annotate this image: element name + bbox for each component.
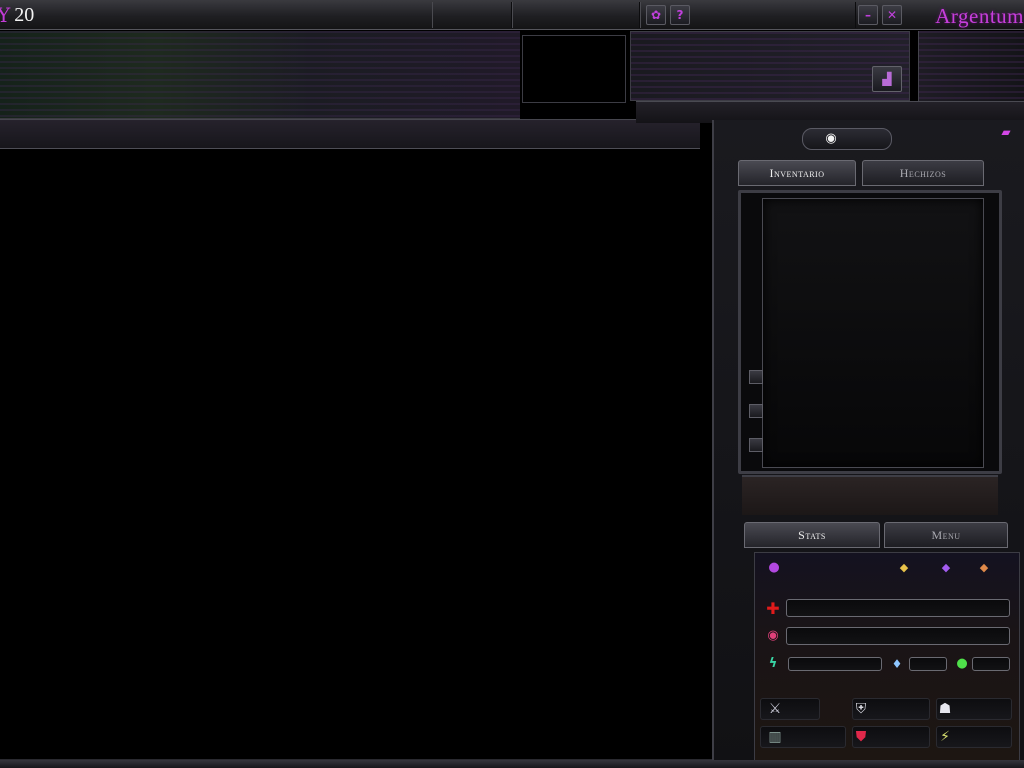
- header-panel-right: [918, 31, 1024, 101]
- help-button[interactable]: ?: [670, 5, 690, 25]
- console-band: [0, 31, 520, 119]
- inventory-scroll-down[interactable]: [749, 438, 763, 452]
- inventory-scroll-up[interactable]: [749, 370, 763, 384]
- inventory-footer: [742, 475, 998, 515]
- orange-gem-icon: ◆: [979, 561, 989, 574]
- purple-orb-icon: ●: [768, 560, 780, 575]
- close-icon: ✕: [886, 8, 898, 22]
- tab-menu[interactable]: Menu: [884, 522, 1008, 548]
- water-bottle-icon: ♦: [891, 657, 903, 671]
- helmet-icon: ☗: [938, 701, 952, 717]
- stamina-bar: [788, 657, 882, 671]
- tab-stats[interactable]: Stats: [744, 522, 880, 548]
- water-bar: [909, 657, 947, 671]
- gear-icon: ✿: [650, 8, 662, 22]
- player-level: Y 20: [0, 2, 34, 28]
- bar-chart-icon: ▟: [882, 72, 892, 86]
- health-cross-icon: ✚: [766, 599, 780, 618]
- header-panel: [630, 31, 910, 101]
- food-bar: [972, 657, 1010, 671]
- chat-bubble-icon[interactable]: ▰: [996, 124, 1016, 140]
- help-icon: ?: [676, 8, 684, 22]
- shield-icon: ⛨: [855, 701, 867, 717]
- level-number: 20: [14, 3, 35, 26]
- close-button[interactable]: ✕: [882, 5, 902, 25]
- green-apple-icon: ●: [956, 656, 968, 671]
- mana-swirl-icon: ◉: [767, 628, 779, 643]
- inventory-grid[interactable]: [762, 198, 984, 468]
- inventory-scroll-mid[interactable]: [749, 404, 763, 418]
- tab-inventario[interactable]: Inventario: [738, 160, 856, 186]
- game-viewport[interactable]: [0, 149, 748, 761]
- game-logo: Argentum: [935, 4, 1024, 28]
- panel-ornament: [802, 128, 892, 150]
- armor-icon: ▥: [768, 729, 782, 745]
- minimap[interactable]: [522, 35, 626, 103]
- violet-gem-icon: ◆: [941, 561, 951, 574]
- health-bar: [786, 599, 1010, 617]
- minimize-icon: –: [865, 8, 871, 22]
- red-shield-icon: ⛊: [855, 729, 867, 745]
- gold-gem-icon: ◆: [899, 561, 909, 574]
- mana-bar: [786, 627, 1010, 645]
- magic-spark-icon: ⚡: [940, 729, 950, 745]
- eye-icon[interactable]: ◉: [822, 130, 840, 148]
- title-bar-segment: [512, 2, 640, 28]
- title-bar-segment: [432, 2, 512, 28]
- settings-button[interactable]: ✿: [646, 5, 666, 25]
- title-bar: Y 20 ✿ ? – ✕ Argentum: [0, 0, 1024, 30]
- tab-hechizos[interactable]: Hechizos: [862, 160, 984, 186]
- right-panel: ◉ Inventario Hechizos Stats Menu ● ◆ ◆ ◆…: [712, 120, 1024, 768]
- minimize-button[interactable]: –: [858, 5, 878, 25]
- sword-icon: ⚔: [768, 701, 782, 717]
- stats-chart-button[interactable]: ▟: [872, 66, 902, 92]
- bottom-rail: [0, 760, 1024, 768]
- console-input-band: [0, 119, 700, 149]
- lightning-icon: ϟ: [768, 656, 778, 671]
- level-glyph: Y: [0, 3, 11, 27]
